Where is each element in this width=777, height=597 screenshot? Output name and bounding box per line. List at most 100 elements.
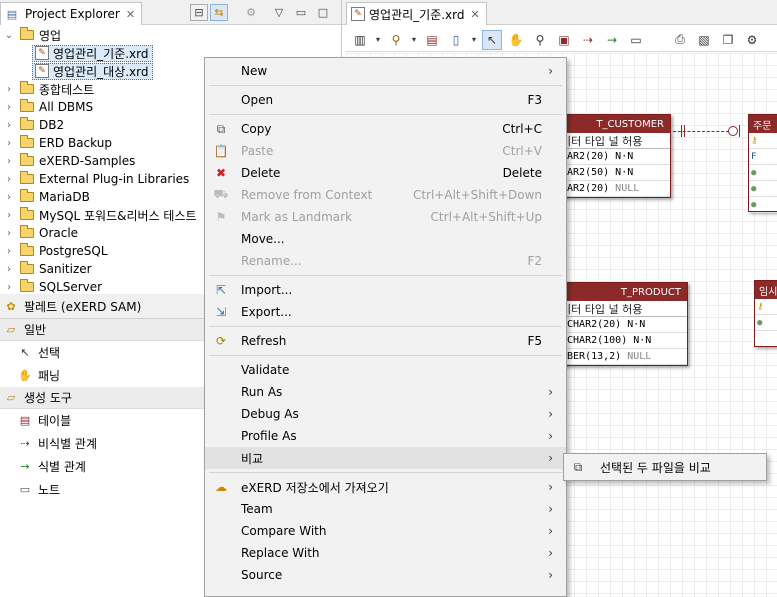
tree-item[interactable]: ⌄ 영업	[4, 26, 61, 44]
link-with-editor-icon[interactable]: ⇆	[210, 4, 228, 21]
menu-item-remove-from-context[interactable]: ⛟ Remove from Context Ctrl+Alt+Shift+Down	[205, 184, 566, 206]
compare-two-files-item[interactable]: ⧉ 선택된 두 파일을 비교	[564, 454, 766, 480]
maximize-icon[interactable]: □	[314, 4, 332, 21]
menu-item-delete[interactable]: ✖ Delete Delete	[205, 162, 566, 184]
tree-item[interactable]: › DB2	[4, 116, 64, 134]
dropdown-arrow-icon[interactable]: ▾	[410, 30, 418, 50]
dropdown-arrow-icon[interactable]: ▾	[374, 30, 382, 50]
zoom-icon[interactable]: ⚲	[530, 30, 550, 50]
menu-item-import[interactable]: ⇱ Import...	[205, 279, 566, 301]
select-arrow-icon[interactable]: ↖	[482, 29, 502, 50]
tree-item[interactable]: › Sanitizer	[4, 260, 92, 278]
collapsed-arrow-icon[interactable]: ›	[4, 228, 14, 239]
menu-item-team[interactable]: Team ›	[205, 498, 566, 520]
palette-item[interactable]: ↖ 선택	[0, 341, 204, 364]
menu-item-refresh[interactable]: ⟳ Refresh F5	[205, 330, 566, 352]
tree-item[interactable]: ✎ 영업관리_기준.xrd	[32, 44, 153, 62]
entity-t-product[interactable]: T_PRODUCT 이터 타입 널 허용 RCHAR2(20) N·N RCHAR2(1…	[558, 282, 688, 366]
filter-icon[interactable]: ⚙	[242, 4, 260, 21]
tree-item[interactable]: › MySQL 포워드&리버스 테스트	[4, 206, 197, 224]
view-menu-icon[interactable]: ▽	[270, 4, 288, 21]
add-table-icon[interactable]: ▣	[554, 30, 574, 50]
entity-row[interactable]: HAR2(20) N·N	[559, 149, 670, 165]
entity-row[interactable]: RCHAR2(100) N·N	[559, 333, 687, 349]
menu-item-run-as[interactable]: Run As ›	[205, 381, 566, 403]
menu-item-mark-as-landmark[interactable]: ⚑ Mark as Landmark Ctrl+Alt+Shift+Up	[205, 206, 566, 228]
menu-item-replace-with[interactable]: Replace With ›	[205, 542, 566, 564]
menu-item-profile-as[interactable]: Profile As ›	[205, 425, 566, 447]
page-icon[interactable]: ▯	[446, 30, 466, 50]
collapsed-arrow-icon[interactable]: ›	[4, 102, 14, 113]
print-icon[interactable]: ⎙	[670, 30, 690, 50]
entity-row[interactable]: ⚷	[755, 299, 777, 315]
tree-item[interactable]: ✎ 영업관리_대상.xrd	[32, 62, 153, 80]
identifying-relation-icon[interactable]: →	[602, 30, 622, 50]
tree-item[interactable]: › eXERD-Samples	[4, 152, 135, 170]
palette-item[interactable]: ▭ 노트	[0, 478, 204, 501]
tree-item[interactable]: › External Plug-in Libraries	[4, 170, 189, 188]
collapsed-arrow-icon[interactable]: ›	[4, 264, 14, 275]
menu-item-debug-as[interactable]: Debug As ›	[205, 403, 566, 425]
note-icon[interactable]: ▭	[626, 30, 646, 50]
tree-item[interactable]: › MariaDB	[4, 188, 90, 206]
collapsed-arrow-icon[interactable]: ›	[4, 156, 14, 167]
tab-project-explorer[interactable]: ▤ Project Explorer ✕	[0, 2, 143, 25]
expanded-arrow-icon[interactable]: ⌄	[4, 30, 14, 41]
menu-item-open[interactable]: Open F3	[205, 89, 566, 111]
collapsed-arrow-icon[interactable]: ›	[4, 138, 14, 149]
menu-item-new[interactable]: New ›	[205, 60, 566, 82]
entity-row[interactable]: MBER(13,2) NULL	[559, 349, 687, 365]
entity-row[interactable]: F	[749, 149, 777, 165]
tree-item[interactable]: › ERD Backup	[4, 134, 112, 152]
entity-row[interactable]: HAR2(20) NULL	[559, 181, 670, 197]
tree-item[interactable]: › 종합테스트	[4, 80, 94, 98]
collapsed-arrow-icon[interactable]: ›	[4, 282, 14, 293]
palette-item[interactable]: ▤ 테이블	[0, 409, 204, 432]
close-icon[interactable]: ✕	[471, 8, 480, 21]
menu-item-exerd-저장소에서-가져오기[interactable]: ☁ eXERD 저장소에서 가져오기 ›	[205, 476, 566, 498]
menu-item-copy[interactable]: ⧉ Copy Ctrl+C	[205, 118, 566, 140]
non-identifying-relation-icon[interactable]: ⇢	[578, 30, 598, 50]
entity-row[interactable]: ●	[755, 315, 777, 331]
tree-item[interactable]: › All DBMS	[4, 98, 93, 116]
menu-item-비교[interactable]: 비교 ›	[205, 447, 566, 469]
layout-icon[interactable]: ▥	[350, 30, 370, 50]
settings-icon[interactable]: ⚙	[742, 30, 762, 50]
dropdown-arrow-icon[interactable]: ▾	[470, 30, 478, 50]
tree-item[interactable]: › Oracle	[4, 224, 78, 242]
entity-temp[interactable]: 임시 ⚷ ●	[754, 280, 777, 347]
entity-row[interactable]: ●	[749, 197, 777, 213]
tab-editor-file[interactable]: ✎ 영업관리_기준.xrd ✕	[346, 2, 487, 25]
tree-item[interactable]: › PostgreSQL	[4, 242, 108, 260]
menu-item-compare-with[interactable]: Compare With ›	[205, 520, 566, 542]
collapsed-arrow-icon[interactable]: ›	[4, 174, 14, 185]
palette-group[interactable]: ▱ 생성 도구	[0, 387, 204, 409]
entity-row[interactable]: RCHAR2(20) N·N	[559, 317, 687, 333]
entity-row[interactable]: ●	[749, 165, 777, 181]
entity-row[interactable]: ⚷	[749, 133, 777, 149]
hand-icon[interactable]: ✋	[506, 30, 526, 50]
collapsed-arrow-icon[interactable]: ›	[4, 120, 14, 131]
collapsed-arrow-icon[interactable]: ›	[4, 84, 14, 95]
entity-t-customer[interactable]: T_CUSTOMER 이터 타입 널 허용 HAR2(20) N·N HAR2(50) N…	[558, 114, 671, 198]
table-icon[interactable]: ▤	[422, 30, 442, 50]
menu-item-source[interactable]: Source ›	[205, 564, 566, 586]
palette-tab[interactable]: ✿ 팔레트 (eXERD SAM)	[0, 294, 204, 319]
export-image-icon[interactable]: ▧	[694, 30, 714, 50]
collapsed-arrow-icon[interactable]: ›	[4, 192, 14, 203]
entity-order[interactable]: 주문 ⚷ F ● ● ●	[748, 114, 777, 213]
palette-item[interactable]: ⇢ 비식별 관계	[0, 432, 204, 455]
entity-row[interactable]: ●	[749, 181, 777, 197]
menu-item-paste[interactable]: 📋 Paste Ctrl+V	[205, 140, 566, 162]
copy-icon[interactable]: ❐	[718, 30, 738, 50]
stamp-icon[interactable]: ⚲	[386, 30, 406, 50]
close-icon[interactable]: ✕	[126, 8, 135, 21]
collapse-all-icon[interactable]: ⊟	[190, 4, 208, 21]
palette-item[interactable]: ✋ 패닝	[0, 364, 204, 387]
tree-item[interactable]: › SQLServer	[4, 278, 102, 294]
minimize-icon[interactable]: ▭	[292, 4, 310, 21]
entity-row[interactable]: HAR2(50) N·N	[559, 165, 670, 181]
collapsed-arrow-icon[interactable]: ›	[4, 210, 14, 221]
palette-item[interactable]: → 식별 관계	[0, 455, 204, 478]
menu-item-export[interactable]: ⇲ Export...	[205, 301, 566, 323]
